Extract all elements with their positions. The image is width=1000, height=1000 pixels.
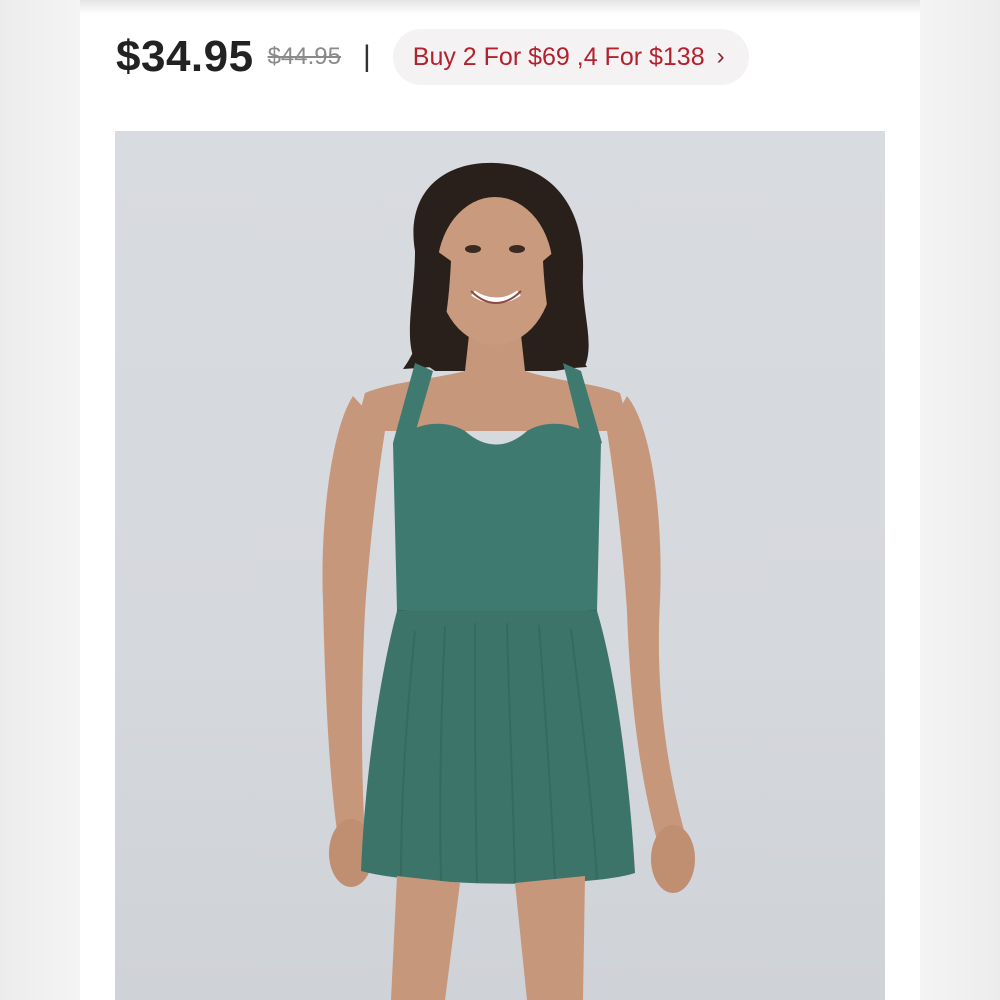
price-divider: | [362,40,371,73]
current-price: $34.95 [116,32,254,81]
top-edge [80,0,920,14]
chevron-right-icon: › [716,43,725,70]
page-margin-left [0,0,80,1000]
bundle-promo-label: Buy 2 For $69 ,4 For $138 [412,42,705,71]
product-card: $34.95 $44.95 | Buy 2 For $69 ,4 For $13… [80,0,920,1000]
product-photo-illustration [322,162,695,1000]
bundle-promo-button[interactable]: Buy 2 For $69 ,4 For $138 › [392,29,749,85]
page-margin-right [920,0,1000,1000]
product-image[interactable] [115,131,885,1000]
price-row: $34.95 $44.95 | Buy 2 For $69 ,4 For $13… [116,28,749,86]
original-price: $44.95 [267,43,341,70]
